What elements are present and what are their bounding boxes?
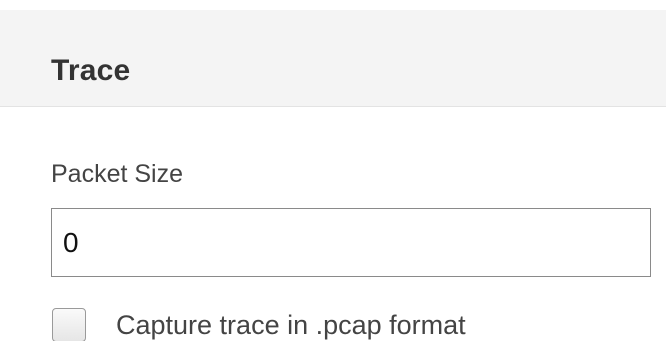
capture-pcap-checkbox[interactable] — [52, 308, 86, 341]
panel-header: Trace — [0, 10, 666, 107]
packet-size-input[interactable] — [51, 208, 651, 277]
trace-settings-page: Trace Packet Size Capture trace in .pcap… — [0, 0, 666, 341]
top-band — [0, 0, 666, 10]
panel-title: Trace — [51, 54, 131, 87]
capture-pcap-label[interactable]: Capture trace in .pcap format — [116, 309, 466, 341]
packet-size-label: Packet Size — [51, 160, 184, 188]
capture-pcap-row[interactable]: Capture trace in .pcap format — [52, 306, 466, 341]
